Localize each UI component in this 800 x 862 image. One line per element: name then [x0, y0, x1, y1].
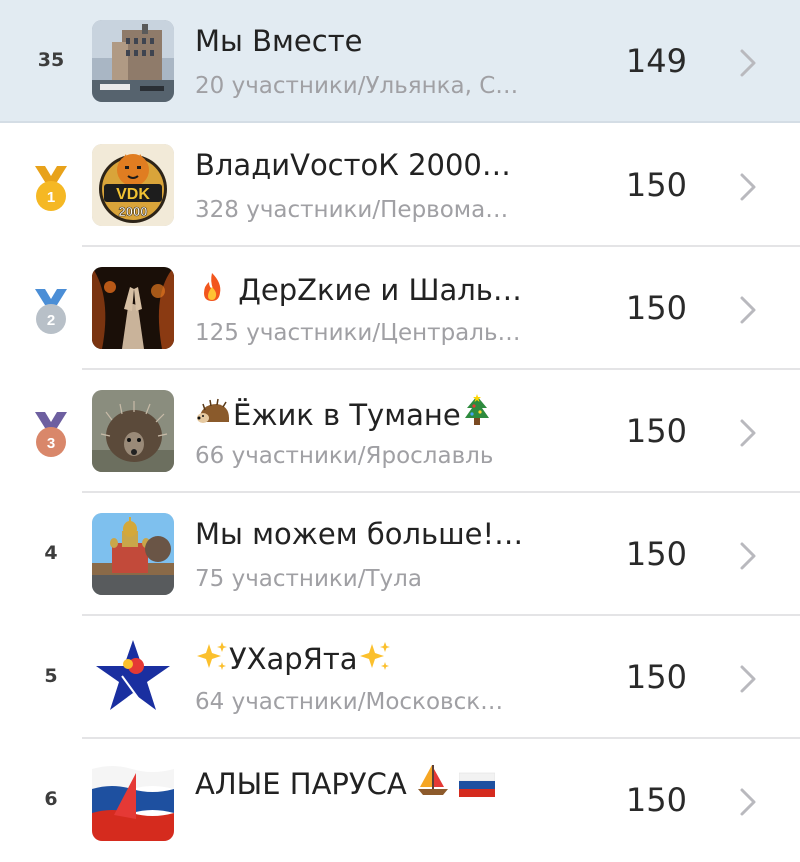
list-item[interactable]: 1 VDK 2000 ВладиVостоК 2000… 328 участни… — [0, 124, 800, 247]
svg-text:VDK: VDK — [116, 186, 150, 203]
avatar — [92, 759, 174, 841]
score: 150 — [625, 412, 687, 450]
avatar — [92, 636, 174, 718]
score: 150 — [625, 658, 687, 696]
russia-flag-emoji-icon — [458, 770, 496, 804]
hedgehog-emoji-icon — [195, 398, 233, 435]
silver-medal-icon: 2 — [35, 289, 67, 334]
score: 149 — [625, 42, 687, 80]
list-item[interactable]: 5 УХарЯта 64 участники/Московск… 150 — [0, 616, 800, 739]
group-subtitle: 328 участники/Первома… — [195, 197, 509, 223]
list-item[interactable]: 3 Ёжик в Тумане 66 участники/Ярославль 1… — [0, 370, 800, 493]
list-item[interactable]: 2 ДерZкие и Шаль… 125 участники/Централь… — [0, 247, 800, 370]
svg-text:2000: 2000 — [119, 204, 148, 219]
rank-number: 4 — [44, 542, 58, 564]
score: 150 — [625, 781, 687, 819]
chevron-right-icon — [740, 665, 756, 693]
group-subtitle: 20 участники/Ульянка, С… — [195, 73, 519, 99]
group-title: Ёжик в Тумане — [195, 394, 585, 435]
score: 150 — [625, 289, 687, 327]
sparkles-emoji-icon — [195, 640, 229, 679]
chevron-right-icon — [740, 173, 756, 201]
group-title: УХарЯта — [195, 640, 585, 679]
bronze-medal-icon: 3 — [35, 412, 67, 457]
score: 150 — [625, 535, 687, 573]
rank-number: 5 — [44, 665, 58, 687]
group-subtitle: 125 участники/Централь… — [195, 320, 521, 346]
avatar — [92, 267, 174, 349]
gold-medal-icon: 1 — [35, 166, 67, 211]
group-title: ВладиVостоК 2000… — [195, 148, 511, 182]
christmas-tree-emoji-icon — [461, 394, 493, 435]
group-title: Мы Вместе — [195, 24, 363, 58]
fire-emoji-icon — [195, 271, 229, 310]
group-subtitle: 75 участники/Тула — [195, 566, 422, 592]
rank-number: 6 — [44, 788, 58, 810]
group-title: ДерZкие и Шаль… — [195, 271, 585, 310]
avatar — [92, 513, 174, 595]
svg-text:2: 2 — [47, 312, 55, 329]
group-title: АЛЫЕ ПАРУСА — [195, 763, 585, 804]
chevron-right-icon — [740, 542, 756, 570]
chevron-right-icon — [740, 296, 756, 324]
divider — [0, 121, 800, 123]
chevron-right-icon — [740, 788, 756, 816]
chevron-right-icon — [740, 49, 756, 77]
rank-number: 35 — [37, 49, 65, 71]
group-title: Мы можем больше!… — [195, 517, 524, 551]
chevron-right-icon — [740, 419, 756, 447]
sparkles-emoji-icon — [358, 640, 392, 679]
list-item-current[interactable]: 35 Мы Вместе 20 участники/Ульянка, С… 14… — [0, 0, 800, 123]
svg-text:1: 1 — [47, 189, 55, 206]
group-subtitle: 66 участники/Ярославль — [195, 443, 494, 469]
avatar: VDK 2000 — [92, 144, 174, 226]
sailboat-emoji-icon — [416, 763, 450, 804]
list-item[interactable]: 4 Мы можем больше!… 75 участники/Тула 15… — [0, 493, 800, 616]
avatar — [92, 20, 174, 102]
group-subtitle: 64 участники/Московск… — [195, 689, 504, 715]
score: 150 — [625, 166, 687, 204]
svg-text:3: 3 — [47, 435, 55, 452]
avatar — [92, 390, 174, 472]
